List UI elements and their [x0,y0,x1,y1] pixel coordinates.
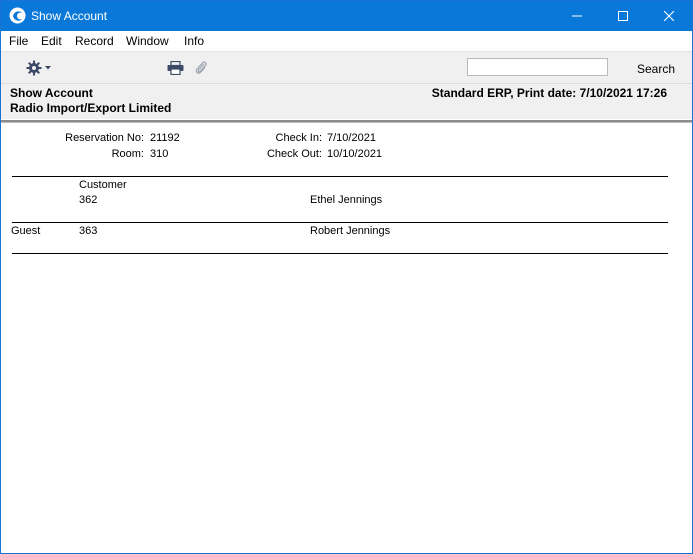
checkout-label: Check Out: [266,148,322,160]
menu-file[interactable]: File [9,34,28,48]
guest-code: 363 [79,225,98,237]
guest-label: Guest [11,225,41,237]
divider-line [12,222,668,223]
window-title: Show Account [31,9,108,23]
app-window: Show Account File Edit Record Window Inf… [0,0,693,554]
menu-bar: File Edit Record Window Info [1,31,692,51]
reservation-value: 21192 [150,132,180,144]
menu-record[interactable]: Record [75,34,114,48]
checkin-value: 7/10/2021 [327,132,376,144]
report-body: Reservation No: 21192 Room: 310 Check In… [1,123,692,553]
report-title: Show Account [10,86,93,100]
company-name: Radio Import/Export Limited [10,101,172,115]
attachment-button[interactable] [194,60,208,79]
search-input[interactable] [467,58,608,76]
maximize-icon [618,11,628,21]
toolbar: Search [1,51,692,83]
gear-icon [26,60,51,76]
print-info: Standard ERP, Print date: 7/10/2021 17:2… [431,86,667,100]
app-logo-icon [9,7,26,24]
title-bar[interactable]: Show Account [1,1,692,31]
minimize-icon [572,15,582,17]
customer-heading: Customer [79,179,127,191]
report-header: Show Account Radio Import/Export Limited… [1,83,692,119]
checkin-label: Check In: [275,132,322,144]
reservation-label: Reservation No: [65,132,144,144]
search-button[interactable]: Search [637,62,675,76]
menu-info[interactable]: Info [184,34,204,48]
room-value: 310 [150,148,169,160]
minimize-button[interactable] [554,1,600,31]
guest-name: Robert Jennings [310,225,391,237]
customer-name: Ethel Jennings [310,194,383,206]
customer-code: 362 [79,194,98,206]
settings-button[interactable] [26,60,54,79]
printer-icon [167,60,184,76]
checkout-value: 10/10/2021 [327,148,383,160]
close-button[interactable] [646,1,692,31]
print-button[interactable] [167,60,184,78]
divider-line [12,176,668,177]
maximize-button[interactable] [600,1,646,31]
room-label: Room: [111,148,144,160]
paperclip-icon [195,61,207,74]
menu-edit[interactable]: Edit [41,34,62,48]
menu-window[interactable]: Window [126,34,169,48]
close-icon [664,11,674,21]
divider-line [12,253,668,254]
